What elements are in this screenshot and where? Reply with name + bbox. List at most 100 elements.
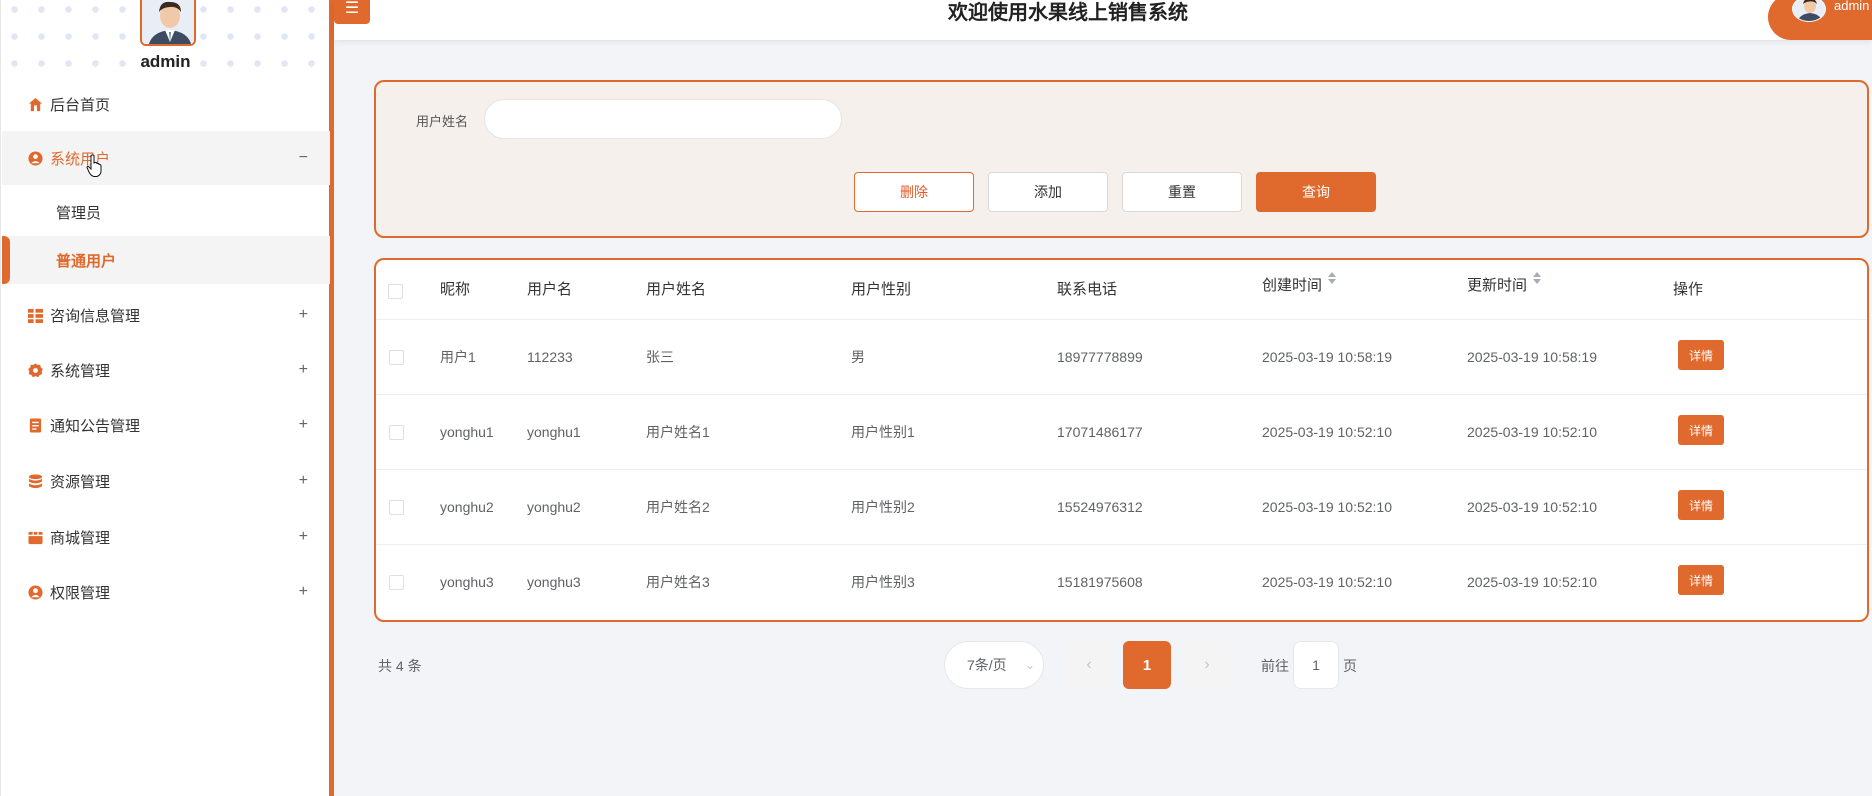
home-icon: [27, 96, 43, 112]
chevron-down-icon: ⌄: [1024, 658, 1035, 672]
top-header: ☰ 欢迎使用水果线上销售系统 admin: [334, 0, 1872, 40]
column-header-updated[interactable]: 更新时间: [1467, 260, 1542, 316]
sidebar-item-consult-info[interactable]: 咨询信息管理 +: [2, 288, 330, 342]
goto-label: 前往: [1261, 658, 1289, 674]
prev-page-button[interactable]: ‹: [1065, 641, 1113, 689]
expand-icon[interactable]: +: [299, 416, 308, 434]
column-header: 用户姓名: [646, 281, 707, 298]
column-header-label: 创建时间: [1262, 277, 1323, 294]
page-size-value: 7条/页: [967, 657, 1007, 673]
cell-updated: 2025-03-19 10:58:19: [1467, 349, 1597, 365]
sidebar-item-notice-manage[interactable]: 通知公告管理 +: [2, 398, 330, 452]
goto-page-input[interactable]: [1293, 641, 1339, 689]
profile-username: admin: [140, 52, 191, 71]
cell-name: 用户姓名3: [646, 574, 710, 590]
avatar[interactable]: [140, 0, 196, 46]
row-checkbox[interactable]: [389, 500, 404, 515]
chevron-right-icon: ›: [1204, 656, 1210, 673]
sort-icon[interactable]: [1328, 272, 1337, 285]
sidebar-subitem-normal-users[interactable]: 普通用户: [2, 236, 330, 284]
cell-updated: 2025-03-19 10:52:10: [1467, 574, 1597, 590]
cell-phone: 15181975608: [1057, 574, 1143, 590]
delete-button[interactable]: 删除: [854, 172, 974, 212]
sidebar-item-system-users[interactable]: 系统用户 −: [2, 131, 330, 185]
cell-gender: 用户性别2: [851, 499, 915, 515]
expand-icon[interactable]: +: [299, 361, 308, 379]
sidebar-item-label: 资源管理: [50, 473, 111, 491]
cell-nickname: 用户1: [440, 349, 476, 365]
cell-username: yonghu2: [527, 499, 581, 515]
sidebar-item-label: 商城管理: [50, 529, 111, 547]
table-row: yonghu3 yonghu3 用户姓名3 用户性别3 15181975608 …: [376, 545, 1867, 620]
reset-button[interactable]: 重置: [1122, 172, 1242, 212]
cell-created: 2025-03-19 10:52:10: [1262, 499, 1392, 515]
cell-phone: 17071486177: [1057, 424, 1143, 440]
add-button[interactable]: 添加: [988, 172, 1108, 212]
expand-icon[interactable]: +: [299, 472, 308, 490]
cell-username: yonghu3: [527, 574, 581, 590]
search-input[interactable]: [484, 99, 842, 139]
row-checkbox[interactable]: [389, 425, 404, 440]
chevron-left-icon: ‹: [1086, 656, 1092, 673]
sidebar-item-permission-manage[interactable]: 权限管理 +: [2, 565, 330, 619]
sidebar-item-shop-manage[interactable]: 商城管理 +: [2, 510, 330, 564]
grid-icon: [27, 307, 43, 323]
expand-icon[interactable]: +: [299, 306, 308, 324]
column-header: 用户名: [527, 281, 573, 298]
collapse-icon[interactable]: −: [299, 149, 308, 167]
document-icon: [27, 417, 43, 433]
cell-name: 用户姓名1: [646, 424, 710, 440]
next-page-button[interactable]: ›: [1183, 641, 1231, 689]
sidebar-subitem-admin[interactable]: 管理员: [2, 188, 330, 236]
column-header-created[interactable]: 创建时间: [1262, 260, 1337, 316]
row-checkbox[interactable]: [389, 575, 404, 590]
sidebar-item-system-manage[interactable]: 系统管理 +: [2, 343, 330, 397]
page-size-select[interactable]: 7条/页 ⌄: [944, 641, 1044, 689]
person-icon: [27, 584, 43, 600]
sidebar-subitem-label: 管理员: [56, 204, 102, 222]
sidebar-profile: admin: [1, 0, 330, 80]
select-all-checkbox[interactable]: [388, 284, 403, 299]
cell-gender: 用户性别3: [851, 574, 915, 590]
expand-icon[interactable]: +: [299, 528, 308, 546]
sidebar-item-resource-manage[interactable]: 资源管理 +: [2, 454, 330, 508]
query-button[interactable]: 查询: [1256, 172, 1376, 212]
users-table: 昵称 用户名 用户姓名 用户性别 联系电话 创建时间 更新时间 操作 用户1 1…: [374, 258, 1869, 622]
sidebar-item-label: 通知公告管理: [50, 417, 141, 435]
table-row: yonghu2 yonghu2 用户姓名2 用户性别2 15524976312 …: [376, 470, 1867, 545]
sidebar-item-home[interactable]: 后台首页: [2, 77, 330, 131]
sidebar-item-label: 系统管理: [50, 362, 111, 380]
page-number-button[interactable]: 1: [1123, 641, 1171, 689]
total-count: 共 4 条: [378, 658, 422, 674]
sort-icon[interactable]: [1533, 272, 1542, 285]
cell-username: 112233: [527, 349, 573, 365]
sidebar: admin 后台首页 系统用户 − 管理员 普通用户 咨询信息管理 + 系统管理…: [0, 0, 334, 796]
cell-nickname: yonghu3: [440, 574, 494, 590]
column-header: 联系电话: [1057, 281, 1118, 298]
cell-phone: 15524976312: [1057, 499, 1143, 515]
cell-created: 2025-03-19 10:58:19: [1262, 349, 1392, 365]
cell-nickname: yonghu2: [440, 499, 494, 515]
page-title: 欢迎使用水果线上销售系统: [948, 2, 1188, 24]
cell-name: 用户姓名2: [646, 499, 710, 515]
cell-gender: 男: [851, 349, 865, 365]
column-header: 用户性别: [851, 281, 912, 298]
cell-phone: 18977778899: [1057, 349, 1143, 365]
detail-button[interactable]: 详情: [1678, 415, 1724, 445]
detail-button[interactable]: 详情: [1678, 490, 1724, 520]
sidebar-item-label: 咨询信息管理: [50, 307, 141, 325]
row-checkbox[interactable]: [389, 350, 404, 365]
detail-button[interactable]: 详情: [1678, 565, 1724, 595]
mouse-cursor-icon: [86, 154, 102, 177]
cell-updated: 2025-03-19 10:52:10: [1467, 424, 1597, 440]
goto-suffix: 页: [1343, 658, 1357, 674]
search-label: 用户姓名: [416, 114, 469, 129]
expand-icon[interactable]: +: [299, 583, 308, 601]
table-row: 用户1 112233 张三 男 18977778899 2025-03-19 1…: [376, 320, 1867, 395]
detail-button[interactable]: 详情: [1678, 340, 1724, 370]
column-header: 昵称: [440, 281, 471, 298]
sidebar-subitem-label: 普通用户: [56, 252, 117, 270]
header-user-menu[interactable]: admin: [1768, 0, 1872, 40]
column-header: 操作: [1673, 281, 1704, 298]
cell-nickname: yonghu1: [440, 424, 494, 440]
